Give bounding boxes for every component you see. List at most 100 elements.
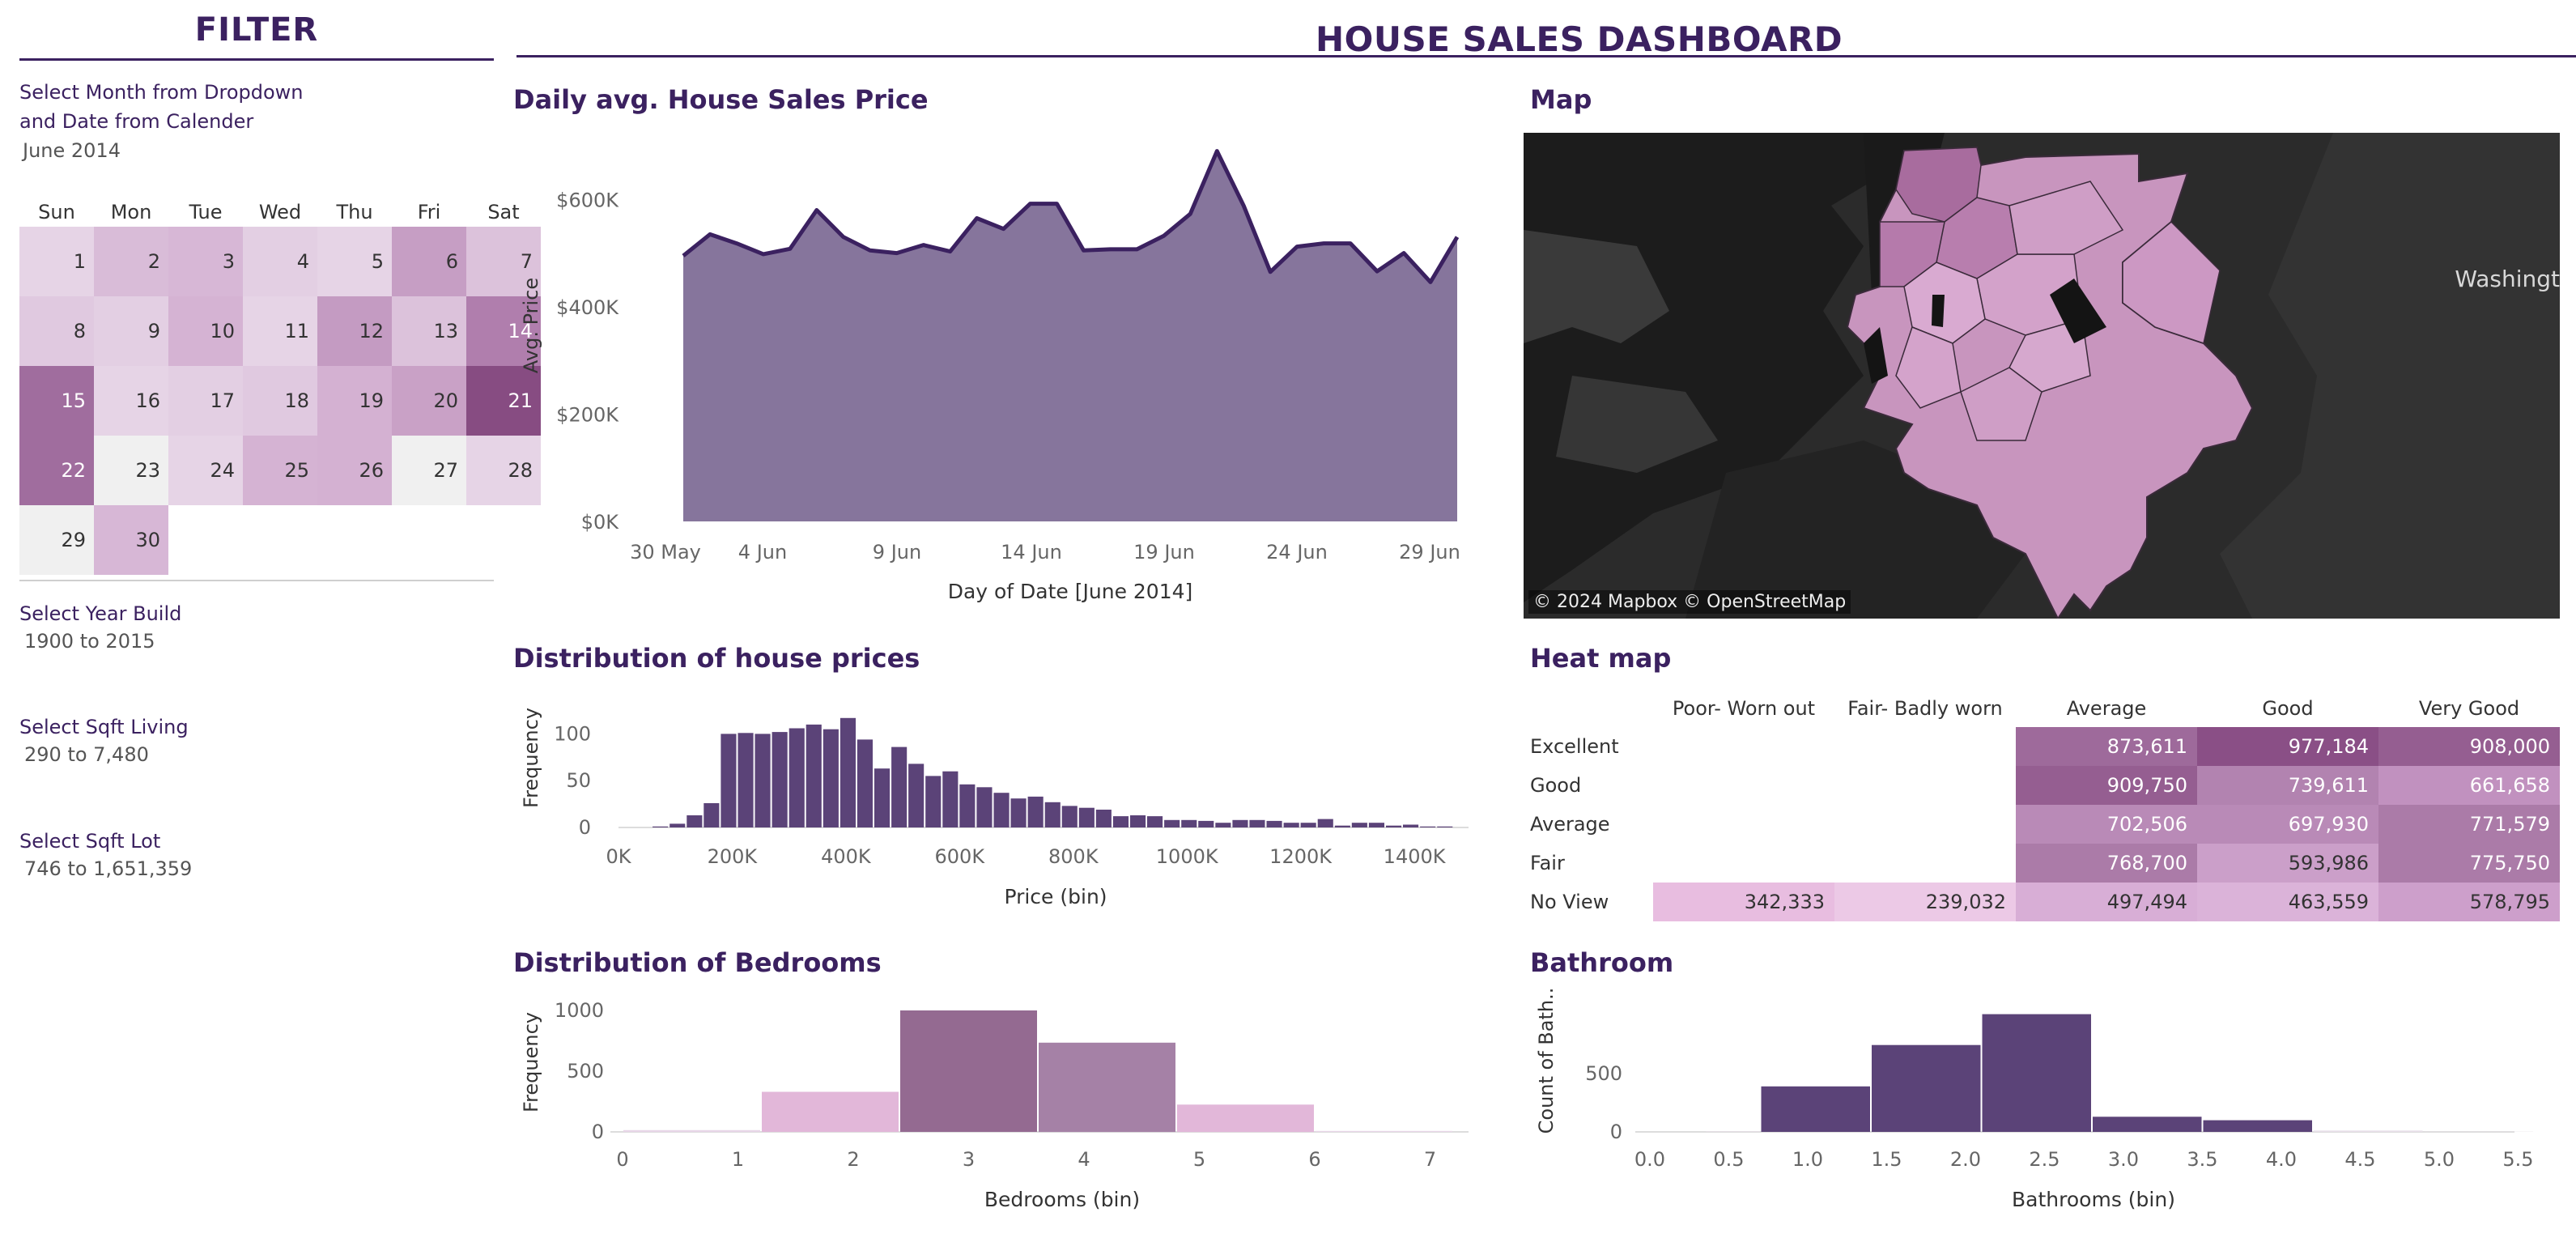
heatmap-cell[interactable]: 342,333 (1653, 883, 1834, 921)
heatmap-cell[interactable]: 908,000 (2378, 727, 2560, 766)
heatmap-cell[interactable] (1834, 766, 2016, 805)
x-tick-label: 1400K (1384, 845, 1447, 868)
heatmap-cell[interactable]: 497,494 (2016, 883, 2197, 921)
x-tick-label: 4.0 (2266, 1148, 2297, 1171)
heatmap-cell[interactable]: 977,184 (2197, 727, 2378, 766)
heatmap-cell[interactable]: 909,750 (2016, 766, 2197, 805)
bedrooms-title: Distribution of Bedrooms (513, 947, 882, 978)
y-tick-label: 50 (566, 769, 591, 792)
calendar-day[interactable]: 13 (392, 296, 466, 366)
y-tick-label: $400K (556, 296, 619, 319)
month-dropdown[interactable]: June 2014 (23, 139, 121, 162)
heatmap-cell[interactable] (1653, 727, 1834, 766)
calendar-day[interactable]: 5 (317, 227, 392, 296)
x-tick-label: 5 (1193, 1148, 1205, 1171)
heatmap-cell[interactable] (1834, 727, 2016, 766)
calendar-day[interactable]: 19 (317, 366, 392, 436)
filter-range-value[interactable]: 1900 to 2015 (24, 630, 155, 653)
heatmap-cell[interactable]: 739,611 (2197, 766, 2378, 805)
calendar-day[interactable]: 29 (19, 505, 94, 575)
calendar-day[interactable]: 26 (317, 436, 392, 505)
calendar-day[interactable]: 27 (392, 436, 466, 505)
calendar-day[interactable]: 18 (243, 366, 317, 436)
heatmap-column-header: Poor- Worn out (1672, 697, 1816, 720)
heatmap-cell[interactable]: 463,559 (2197, 883, 2378, 921)
calendar-day[interactable]: 11 (243, 296, 317, 366)
heatmap-cell[interactable]: 578,795 (2378, 883, 2560, 921)
price-bar (1386, 825, 1402, 827)
filter-range-value[interactable]: 290 to 7,480 (24, 743, 149, 766)
calendar-day[interactable]: 9 (94, 296, 168, 366)
bedrooms-chart: 0 500 1000 0 1 2 3 4 5 6 7 Bedrooms (bin) Frequency (520, 999, 1469, 1211)
calendar-day[interactable]: 4 (243, 227, 317, 296)
calendar-day[interactable]: 6 (392, 227, 466, 296)
heatmap-table: Poor- Worn out Fair- Badly worn Average Goo… (1527, 690, 2560, 921)
price-bar (1351, 823, 1367, 827)
price-bar (857, 739, 873, 827)
calendar-day[interactable]: 10 (168, 296, 243, 366)
bathroom-title: Bathroom (1530, 947, 1674, 978)
heatmap-row: Fair 768,700 593,986 775,750 (1527, 844, 2560, 883)
y-axis-label: Avg. Price (520, 278, 542, 373)
map-view[interactable]: Washingt © 2024 Mapbox © OpenStreetMap (1524, 133, 2560, 619)
calendar-day[interactable]: 1 (19, 227, 94, 296)
heatmap-cell[interactable]: 593,986 (2197, 844, 2378, 883)
heatmap-cell[interactable] (1834, 844, 2016, 883)
price-bar (704, 803, 720, 827)
x-tick-label: 0 (616, 1148, 628, 1171)
heatmap-cell[interactable]: 873,611 (2016, 727, 2197, 766)
calendar-day[interactable]: 30 (94, 505, 168, 575)
heatmap-row: No View 342,333 239,032 497,494 463,559 578,7… (1527, 883, 2560, 921)
calendar-day[interactable]: 3 (168, 227, 243, 296)
x-tick-label: 4 Jun (738, 541, 787, 564)
price-bar (1112, 816, 1129, 827)
calendar-day[interactable]: 23 (94, 436, 168, 505)
heatmap-cell[interactable]: 661,658 (2378, 766, 2560, 805)
calendar-day[interactable]: 2 (94, 227, 168, 296)
dashboard-title: HOUSE SALES DASHBOARD (1316, 19, 1843, 59)
calendar-day[interactable]: 25 (243, 436, 317, 505)
y-tick-label: 0 (1610, 1121, 1622, 1143)
x-tick-label: 2.5 (2029, 1148, 2060, 1171)
heatmap-row: Excellent 873,611 977,184 908,000 (1527, 727, 2560, 766)
calendar-day[interactable]: 17 (168, 366, 243, 436)
calendar-filter-label: Select Month from Dropdown and Date from… (19, 81, 304, 133)
heatmap-cell[interactable]: 775,750 (2378, 844, 2560, 883)
heatmap-cell[interactable]: 697,930 (2197, 805, 2378, 844)
calendar-day[interactable]: 20 (392, 366, 466, 436)
heatmap-cell[interactable]: 768,700 (2016, 844, 2197, 883)
bedroom-bar (1039, 1042, 1175, 1133)
heatmap-cell[interactable] (1653, 766, 1834, 805)
price-bar (1334, 825, 1350, 827)
heatmap-row-label: Fair (1530, 852, 1565, 874)
calendar-day[interactable]: 16 (94, 366, 168, 436)
x-tick-label: 3 (963, 1148, 975, 1171)
bathroom-bar (1761, 1086, 1870, 1132)
price-bar (891, 746, 908, 827)
heatmap-cell[interactable]: 702,506 (2016, 805, 2197, 844)
x-tick-label: 0.0 (1634, 1148, 1665, 1171)
price-bar (1283, 823, 1299, 827)
price-bar (993, 793, 1010, 827)
bedroom-bar (900, 1010, 1037, 1132)
calendar-day[interactable]: 8 (19, 296, 94, 366)
bathroom-bar (2093, 1117, 2202, 1132)
price-bar (908, 763, 925, 827)
heatmap-cell[interactable]: 239,032 (1834, 883, 2016, 921)
heatmap-cell[interactable] (1834, 805, 2016, 844)
heatmap-cell[interactable]: 771,579 (2378, 805, 2560, 844)
x-tick-label: 600K (935, 845, 986, 868)
map-title: Map (1530, 84, 1592, 115)
filter-range-value[interactable]: 746 to 1,651,359 (24, 857, 192, 880)
calendar-day[interactable]: 12 (317, 296, 392, 366)
calendar-day[interactable]: 24 (168, 436, 243, 505)
calendar-day[interactable]: 22 (19, 436, 94, 505)
heatmap-cell[interactable] (1653, 805, 1834, 844)
price-bar (670, 823, 686, 827)
calendar-day[interactable]: 15 (19, 366, 94, 436)
y-tick-label: $200K (556, 403, 619, 426)
price-bar (1266, 820, 1282, 827)
y-tick-label: 500 (1585, 1062, 1622, 1085)
heatmap-cell[interactable] (1653, 844, 1834, 883)
heatmap-row-label: Good (1530, 774, 1582, 797)
